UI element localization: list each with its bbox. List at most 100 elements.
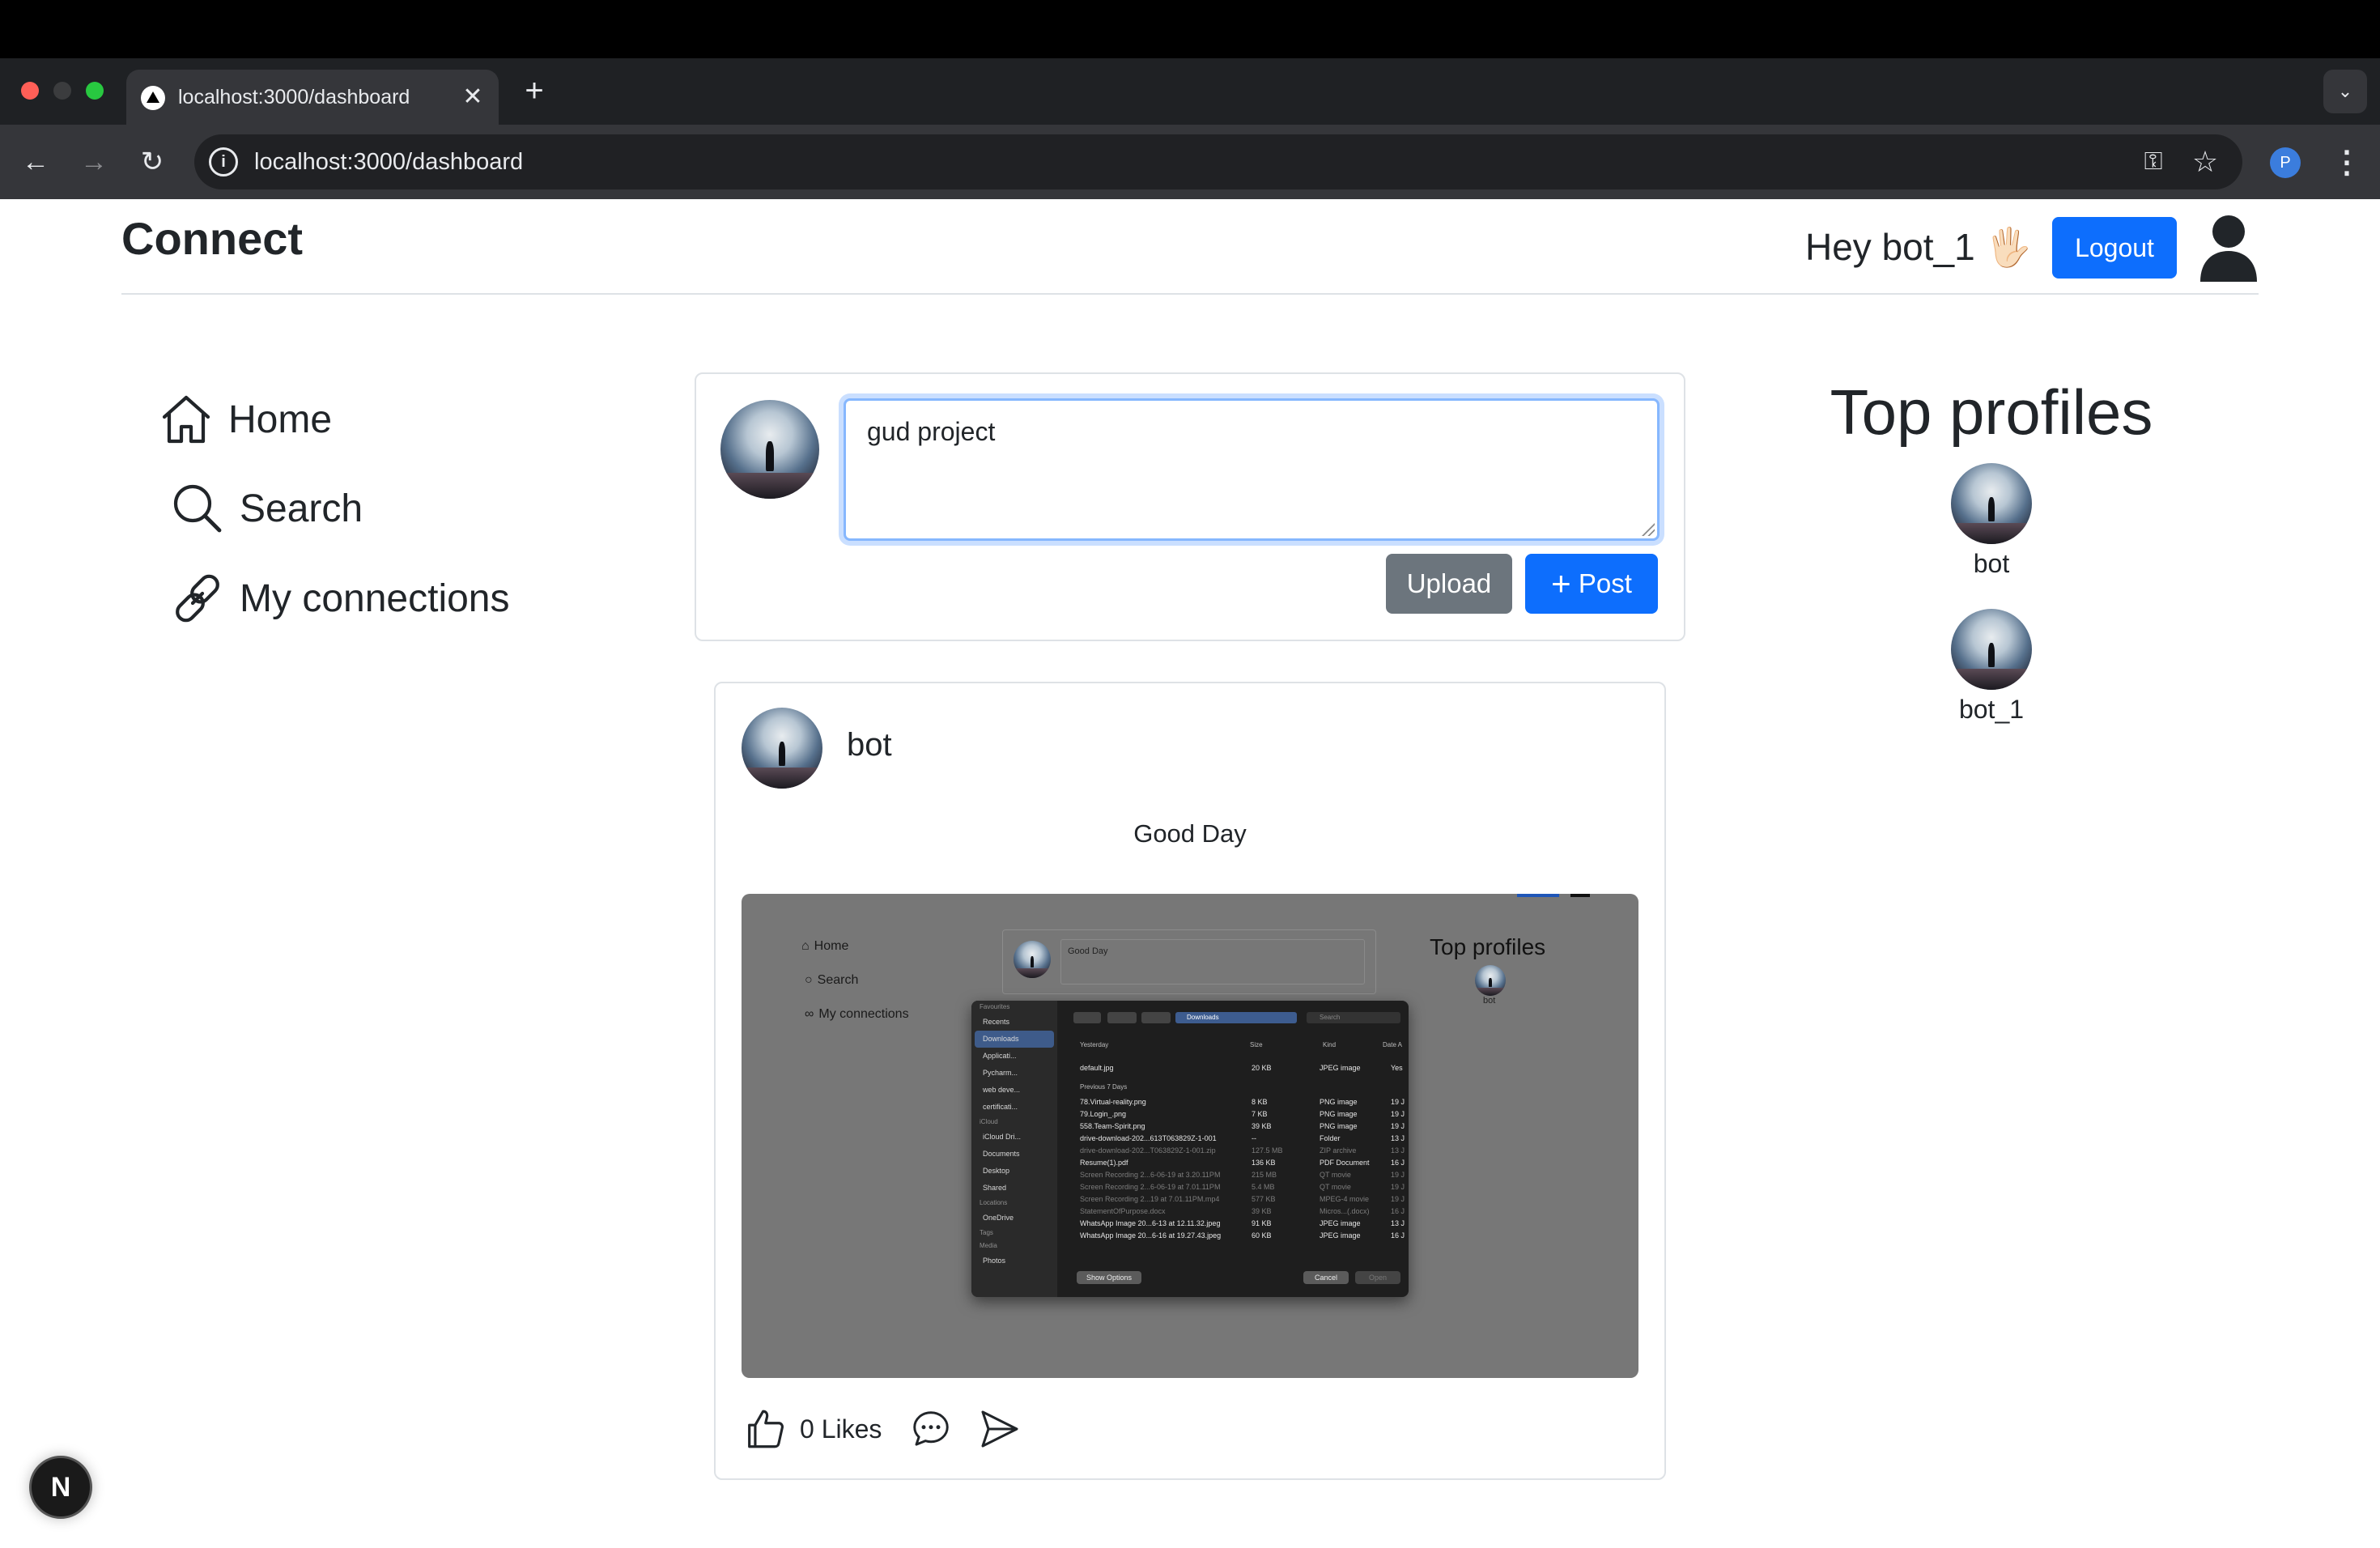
likes-count: 0 Likes [800, 1414, 882, 1444]
browser-profile-avatar[interactable]: P [2270, 147, 2301, 178]
mini-top-profile-avatar [1475, 965, 1506, 996]
post-text-input[interactable] [844, 398, 1660, 541]
dialog-file-row: 558.Team-Spirit.png 39 KB PNG image 19 J [1080, 1122, 1405, 1130]
dialog-file-row: Screen Recording 2...6-06-19 at 3.20.11P… [1080, 1171, 1405, 1179]
post-image[interactable]: ⌂ Home ○ Search ∞ My connections Good Da… [742, 894, 1638, 1378]
new-tab-button[interactable]: + [518, 73, 550, 108]
password-key-icon[interactable]: ⚿ [2137, 147, 2170, 176]
user-greeting: Hey bot_1 🖐🏻 [1805, 226, 2032, 268]
dialog-column-headers: Yesterday Size Kind Date A [1080, 1041, 1403, 1048]
top-profile-name[interactable]: bot [1870, 549, 2113, 579]
mini-avatar [1014, 941, 1051, 978]
sidebar-item-label: Home [228, 398, 333, 441]
dialog-sidebar-header: Media [980, 1242, 997, 1249]
mini-sidebar-label: Search [817, 973, 859, 987]
composer-avatar[interactable] [720, 400, 819, 499]
mini-post-input: Good Day [1060, 939, 1365, 985]
file-dialog-main: Downloads Search Yesterday Size Kind Dat… [1060, 1001, 1409, 1297]
link-icon: ∞ [805, 1007, 814, 1021]
dialog-view-toggle [1107, 1012, 1137, 1023]
upload-button[interactable]: Upload [1386, 554, 1512, 614]
dialog-file-row: 79.Login_.png 7 KB PNG image 19 J [1080, 1110, 1405, 1118]
thumbs-up-icon[interactable] [742, 1406, 788, 1452]
textarea-resize-handle[interactable] [1640, 521, 1655, 536]
dialog-sidebar-header: Locations [980, 1199, 1008, 1206]
dialog-sidebar-item: Desktop [983, 1167, 1010, 1175]
dialog-open-button: Open [1355, 1271, 1400, 1284]
search-icon: ○ [805, 973, 813, 987]
address-bar[interactable]: i localhost:3000/dashboard ⚿ ☆ [194, 134, 2242, 189]
dialog-sidebar-header: iCloud [980, 1118, 998, 1125]
bookmark-star-icon[interactable]: ☆ [2189, 146, 2221, 178]
sidebar-item-home[interactable]: Home [157, 390, 332, 449]
top-profile-avatar[interactable] [1951, 609, 2032, 690]
dialog-sidebar-item: Pycharm... [983, 1069, 1018, 1077]
mini-top-profile-name: bot [1483, 996, 1496, 1006]
dialog-file-row: Screen Recording 2...6-06-19 at 7.01.11P… [1080, 1183, 1405, 1191]
browser-tab[interactable]: localhost:3000/dashboard ✕ [126, 70, 499, 125]
dialog-sidebar-item: iCloud Dri... [983, 1133, 1022, 1141]
forward-button[interactable]: → [74, 142, 113, 181]
house-icon: ⌂ [801, 939, 810, 953]
post-actions: 0 Likes [742, 1401, 1022, 1457]
mini-top-profiles-title: Top profiles [1430, 934, 1546, 959]
mini-sidebar-search: ○ Search [805, 973, 858, 988]
nextjs-favicon-icon [141, 86, 165, 110]
mini-sidebar-label: My connections [818, 1007, 909, 1021]
file-picker-dialog: Favourites Recents Downloads Applicati..… [971, 1001, 1409, 1297]
dialog-file-row: drive-download-202...613T063829Z-1-001 --… [1080, 1134, 1405, 1142]
dialog-sidebar-item: Applicati... [983, 1052, 1017, 1060]
dialog-sidebar-item: Documents [983, 1150, 1020, 1158]
tab-close-icon[interactable]: ✕ [458, 83, 487, 112]
dialog-file-row: drive-download-202...T063829Z-1-001.zip 1… [1080, 1146, 1405, 1155]
mini-sidebar-connections: ∞ My connections [805, 1007, 909, 1022]
brand-title[interactable]: Connect [121, 212, 303, 265]
nextjs-dev-indicator[interactable]: N [29, 1456, 92, 1519]
back-button[interactable]: ← [16, 142, 55, 181]
screen-top-bar [0, 0, 2380, 58]
post-author-avatar[interactable] [742, 708, 822, 789]
browser-menu-icon[interactable]: ⋮ [2331, 144, 2362, 181]
dialog-search-field: Search [1307, 1012, 1400, 1023]
dialog-show-options-button: Show Options [1077, 1271, 1141, 1284]
dialog-group-toggle [1141, 1012, 1171, 1023]
post-author-name[interactable]: bot [847, 727, 892, 763]
window-zoom-button[interactable] [86, 82, 104, 100]
window-minimize-button[interactable] [53, 82, 71, 100]
sidebar-item-label: Search [240, 487, 363, 530]
sidebar-item-search[interactable]: Search [168, 479, 363, 538]
logout-button[interactable]: Logout [2052, 217, 2177, 279]
top-profile-avatar[interactable] [1951, 463, 2032, 544]
mini-sidebar-label: Home [814, 939, 849, 953]
tab-search-button[interactable]: ⌄ [2323, 70, 2367, 113]
post-button[interactable]: + Post [1525, 554, 1658, 614]
mini-user-edge [1570, 894, 1590, 897]
link-icon [176, 574, 219, 623]
window-close-button[interactable] [21, 82, 39, 100]
user-profile-icon[interactable] [2199, 214, 2259, 282]
tab-title: localhost:3000/dashboard [178, 86, 410, 108]
dialog-file-row: WhatsApp Image 20...6-13 at 12.11.32.jpe… [1080, 1219, 1405, 1227]
post-button-label: Post [1578, 568, 1632, 598]
reload-button[interactable]: ↻ [133, 142, 172, 181]
dialog-file-row: 78.Virtual-reality.png 8 KB PNG image 19 J [1080, 1098, 1405, 1106]
dialog-sidebar-item: Photos [983, 1257, 1006, 1265]
mini-sidebar-home: ⌂ Home [801, 939, 848, 954]
mini-logout-edge [1517, 894, 1559, 897]
dialog-file-row: StatementOfPurpose.docx 39 KB Micros...(.d… [1080, 1207, 1405, 1215]
comment-icon[interactable] [909, 1407, 953, 1451]
site-info-icon[interactable]: i [209, 147, 238, 176]
dialog-cancel-button: Cancel [1303, 1271, 1349, 1284]
dialog-sidebar-item: Downloads [975, 1031, 1054, 1048]
sidebar-item-my-connections[interactable]: My connections [168, 568, 510, 628]
dialog-file-row: Screen Recording 2...19 at 7.01.11PM.mp4… [1080, 1195, 1405, 1203]
dialog-sidebar-header: Tags [980, 1229, 993, 1236]
top-profile-name[interactable]: bot_1 [1870, 695, 2113, 725]
file-dialog-sidebar: Favourites Recents Downloads Applicati..… [971, 1001, 1057, 1297]
header-divider [121, 293, 2259, 295]
dialog-sidebar-item: Shared [983, 1184, 1007, 1192]
post-body-text: Good Day [1133, 819, 1247, 848]
share-send-icon[interactable] [977, 1406, 1022, 1452]
top-profiles-title: Top profiles [1830, 376, 2153, 448]
address-url: localhost:3000/dashboard [254, 149, 524, 175]
